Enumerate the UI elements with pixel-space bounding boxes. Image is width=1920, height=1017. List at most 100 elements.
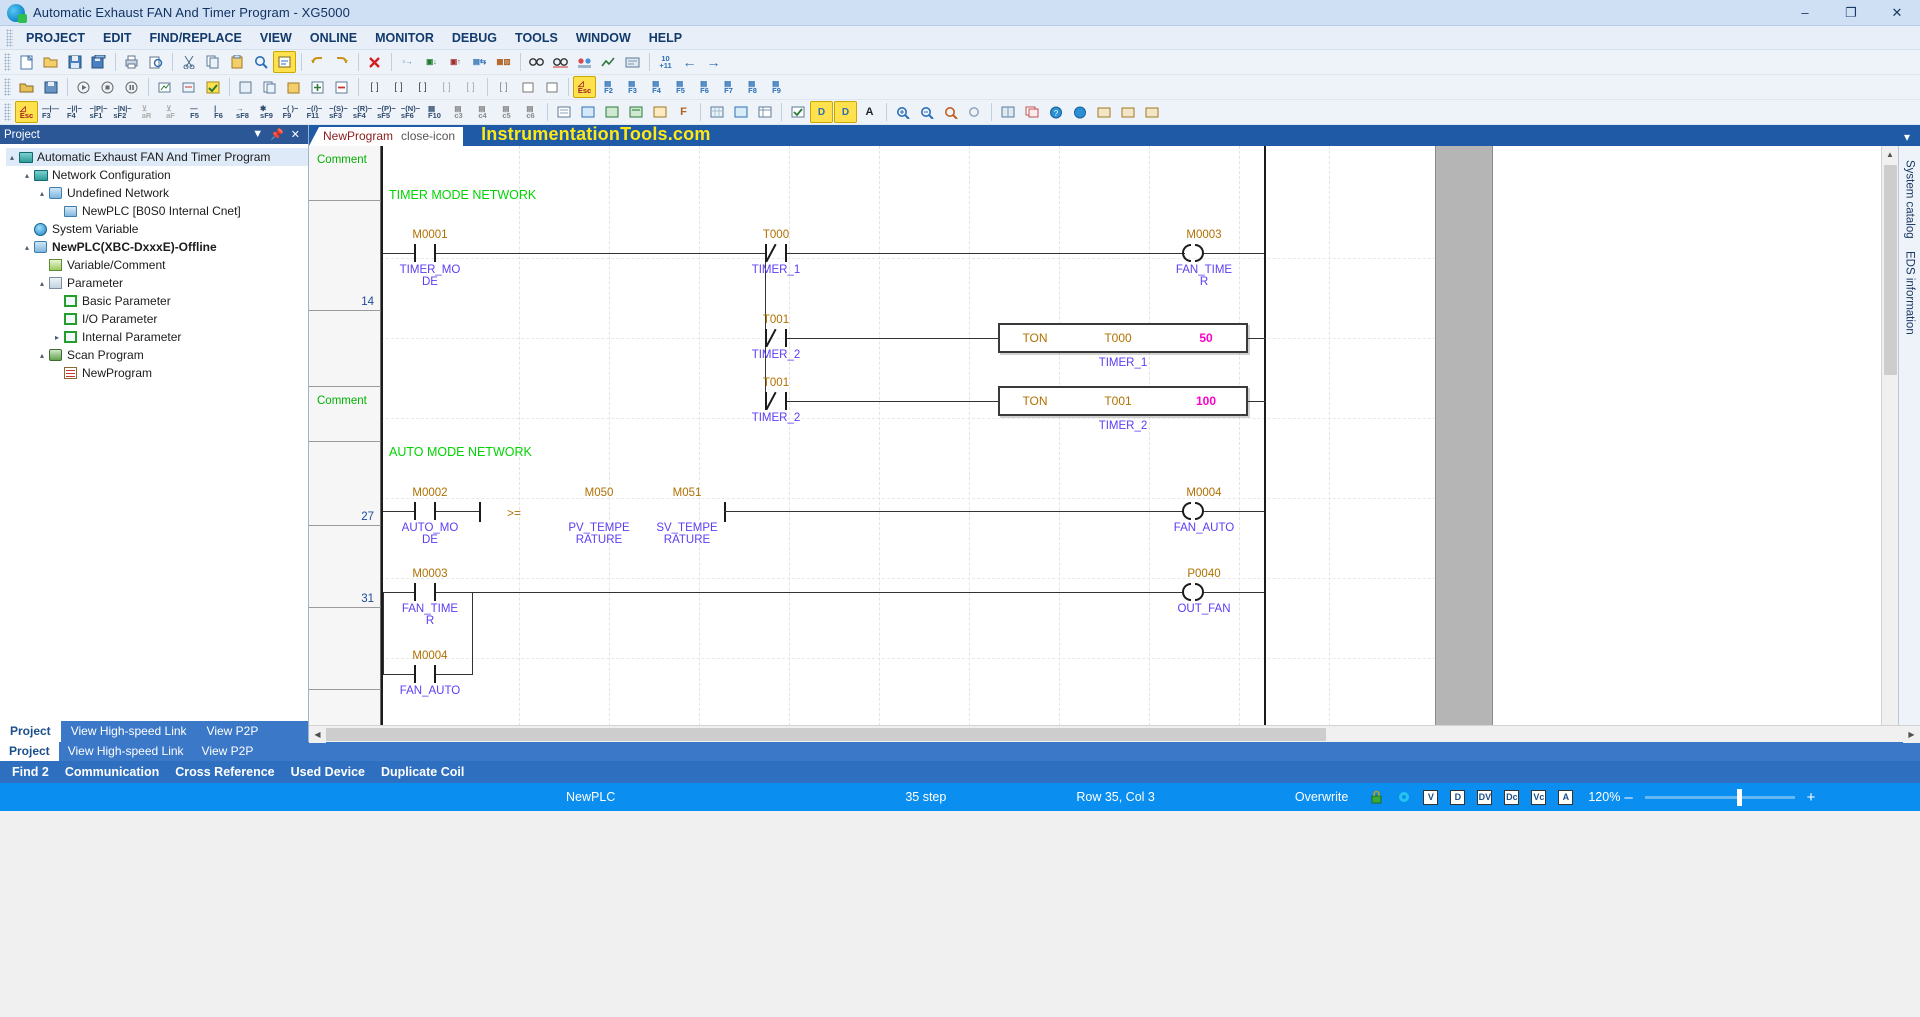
chevron-down-icon[interactable]: ▾ bbox=[1904, 130, 1920, 146]
help-index-button[interactable] bbox=[1068, 101, 1091, 123]
ladder-rcoil-tool[interactable]: −(R)− sF4 bbox=[351, 101, 374, 123]
doc-icon-dv[interactable]: DV bbox=[1476, 789, 1493, 805]
cut2-button[interactable] bbox=[234, 76, 257, 98]
contact-palette-5[interactable]: [ ] bbox=[459, 76, 482, 98]
scroll-up-icon[interactable]: ▲ bbox=[1881, 146, 1899, 163]
menu-help[interactable]: HELP bbox=[640, 28, 691, 48]
contact-m0001[interactable] bbox=[414, 244, 436, 262]
contact-m0002[interactable] bbox=[414, 502, 436, 520]
bookmark-button[interactable] bbox=[729, 101, 752, 123]
tree-twisty-icon[interactable]: ▴ bbox=[36, 351, 48, 360]
zoom-in-button[interactable]: + bbox=[1803, 789, 1820, 806]
output-tab-duplicate-coil[interactable]: Duplicate Coil bbox=[373, 763, 472, 781]
doc-icon-vc[interactable]: Vc bbox=[1530, 789, 1547, 805]
panel-tab-view-p2p[interactable]: View P2P bbox=[197, 721, 269, 742]
ladder-delline-tool[interactable]: ✱ sF9 bbox=[255, 101, 278, 123]
write-plc-button[interactable]: ▣↓ bbox=[420, 51, 443, 73]
tree-item-basic-parameter[interactable]: Basic Parameter bbox=[6, 292, 308, 310]
hscroll-thumb[interactable] bbox=[326, 727, 1326, 741]
gutter-step-cell-31[interactable]: 31 bbox=[309, 526, 381, 608]
tree-twisty-icon[interactable]: ▴ bbox=[36, 279, 48, 288]
contact-palette-4[interactable]: [ ] bbox=[435, 76, 458, 98]
print-button[interactable] bbox=[120, 51, 143, 73]
paste-button[interactable] bbox=[225, 51, 248, 73]
box-palette-2[interactable] bbox=[516, 76, 539, 98]
contact-m0003[interactable] bbox=[414, 583, 436, 601]
tree-item-scan-program[interactable]: ▴ Scan Program bbox=[6, 346, 308, 364]
view-comment-button[interactable] bbox=[624, 101, 647, 123]
pause-mode-button[interactable] bbox=[120, 76, 143, 98]
menu-tools[interactable]: TOOLS bbox=[506, 28, 567, 48]
build-button[interactable] bbox=[153, 76, 176, 98]
contact-t000[interactable] bbox=[765, 243, 787, 263]
tree-item-internal-parameter[interactable]: ▸ Internal Parameter bbox=[6, 328, 308, 346]
contact-m0004[interactable] bbox=[414, 665, 436, 683]
ladder-c5-tool[interactable]: ▤ c5 bbox=[495, 101, 518, 123]
scroll-left-icon[interactable]: ◀ bbox=[309, 725, 326, 743]
ladder-select-tool[interactable]: ◿ Esc bbox=[15, 101, 38, 123]
ladder-ar-tool[interactable]: ⊻ aR bbox=[135, 101, 158, 123]
connect-button[interactable]: ▫→ bbox=[396, 51, 419, 73]
ladder-vertical-scrollbar[interactable]: ▲ bbox=[1881, 146, 1899, 725]
output-tab-cross-reference[interactable]: Cross Reference bbox=[167, 763, 282, 781]
box-palette-1[interactable]: [ ] bbox=[492, 76, 515, 98]
copy2-button[interactable] bbox=[258, 76, 281, 98]
ladder-pulse-contact-tool[interactable]: −|N|− sF2 bbox=[111, 101, 134, 123]
tree-twisty-icon[interactable]: ▴ bbox=[21, 243, 33, 252]
replace-button[interactable] bbox=[273, 51, 296, 73]
fkey-f3-button[interactable]: ▤ F3 bbox=[621, 76, 644, 98]
close-icon[interactable]: close-icon bbox=[401, 129, 455, 143]
fkey-f7-button[interactable]: ▤ F7 bbox=[717, 76, 740, 98]
dock-eds-information[interactable]: EDS information bbox=[1902, 245, 1918, 341]
network-comment-auto[interactable]: AUTO MODE NETWORK bbox=[389, 445, 532, 459]
highlight-a-button[interactable]: A bbox=[858, 101, 881, 123]
coil-m0003[interactable] bbox=[1182, 244, 1204, 262]
menu-project[interactable]: PROJECT bbox=[17, 28, 94, 48]
ladder-no-contact-tool[interactable]: −|/|− F4 bbox=[63, 101, 86, 123]
menu-monitor[interactable]: MONITOR bbox=[366, 28, 443, 48]
open-project-button[interactable] bbox=[15, 76, 38, 98]
find-button[interactable] bbox=[249, 51, 272, 73]
vscroll-thumb[interactable] bbox=[1883, 165, 1897, 375]
tree-item-automatic-exhaust-fan-and-timer-program[interactable]: ▴ Automatic Exhaust FAN And Timer Program bbox=[6, 148, 308, 166]
delete-row-button[interactable] bbox=[330, 76, 353, 98]
function-block-ton-2[interactable]: TON T001 100 bbox=[998, 386, 1248, 416]
delete-button[interactable] bbox=[363, 51, 386, 73]
monitor-pause-button[interactable] bbox=[549, 51, 572, 73]
tree-item-undefined-network[interactable]: ▴ Undefined Network bbox=[6, 184, 308, 202]
menu-edit[interactable]: EDIT bbox=[94, 28, 140, 48]
view-ladder-button[interactable] bbox=[576, 101, 599, 123]
tree-item-newplc-xbc-dxxxe-offline[interactable]: ▴ NewPLC(XBC-DxxxE)-Offline bbox=[6, 238, 308, 256]
paste2-button[interactable] bbox=[282, 76, 305, 98]
monitor-c-button[interactable] bbox=[1140, 101, 1163, 123]
fkey-f8-button[interactable]: ▤ F8 bbox=[741, 76, 764, 98]
run-mode-button[interactable] bbox=[72, 76, 95, 98]
menu-grip[interactable] bbox=[6, 28, 13, 47]
gutter-step-cell-d[interactable] bbox=[309, 690, 381, 725]
gutter-step-cell-b[interactable] bbox=[309, 311, 381, 387]
ladder-canvas[interactable]: Comment 14 Comment 27 31 TIMER MODE NETW… bbox=[309, 146, 1881, 725]
tree-item-variable-comment[interactable]: Variable/Comment bbox=[6, 256, 308, 274]
zoom-slider[interactable] bbox=[1644, 788, 1795, 806]
doc-icon-dc[interactable]: Dc bbox=[1503, 789, 1520, 805]
minimize-button[interactable]: – bbox=[1782, 0, 1828, 26]
prev-step-button[interactable]: ← bbox=[678, 51, 701, 73]
fkey-f6-button[interactable]: ▤ F6 bbox=[693, 76, 716, 98]
ladder-scoil-tool[interactable]: −(S)− sF3 bbox=[327, 101, 350, 123]
gutter-comment-cell-2[interactable]: Comment bbox=[309, 387, 381, 442]
online-edit-button[interactable]: ▦▧ bbox=[492, 51, 515, 73]
doc-icon-d[interactable]: D bbox=[1449, 789, 1466, 805]
ladder-c6-tool[interactable]: ▤ c6 bbox=[519, 101, 542, 123]
compare-plc-button[interactable]: ▤⇆ bbox=[468, 51, 491, 73]
menu-online[interactable]: ONLINE bbox=[301, 28, 366, 48]
panel-tab-project[interactable]: Project bbox=[0, 721, 61, 742]
panel-tab-view-high-speed-link[interactable]: View High-speed Link bbox=[61, 721, 197, 742]
window-tile-button[interactable] bbox=[996, 101, 1019, 123]
find-device-button[interactable] bbox=[939, 101, 962, 123]
toolbar-grip[interactable] bbox=[4, 53, 11, 71]
ladder-nc-contact-tool[interactable]: −|P|− sF1 bbox=[87, 101, 110, 123]
toolbar2-grip[interactable] bbox=[4, 78, 11, 96]
scroll-right-icon[interactable]: ▶ bbox=[1903, 725, 1920, 743]
fkey-f9-button[interactable]: ▤ F9 bbox=[765, 76, 788, 98]
contact-palette-2[interactable]: [ ] bbox=[387, 76, 410, 98]
